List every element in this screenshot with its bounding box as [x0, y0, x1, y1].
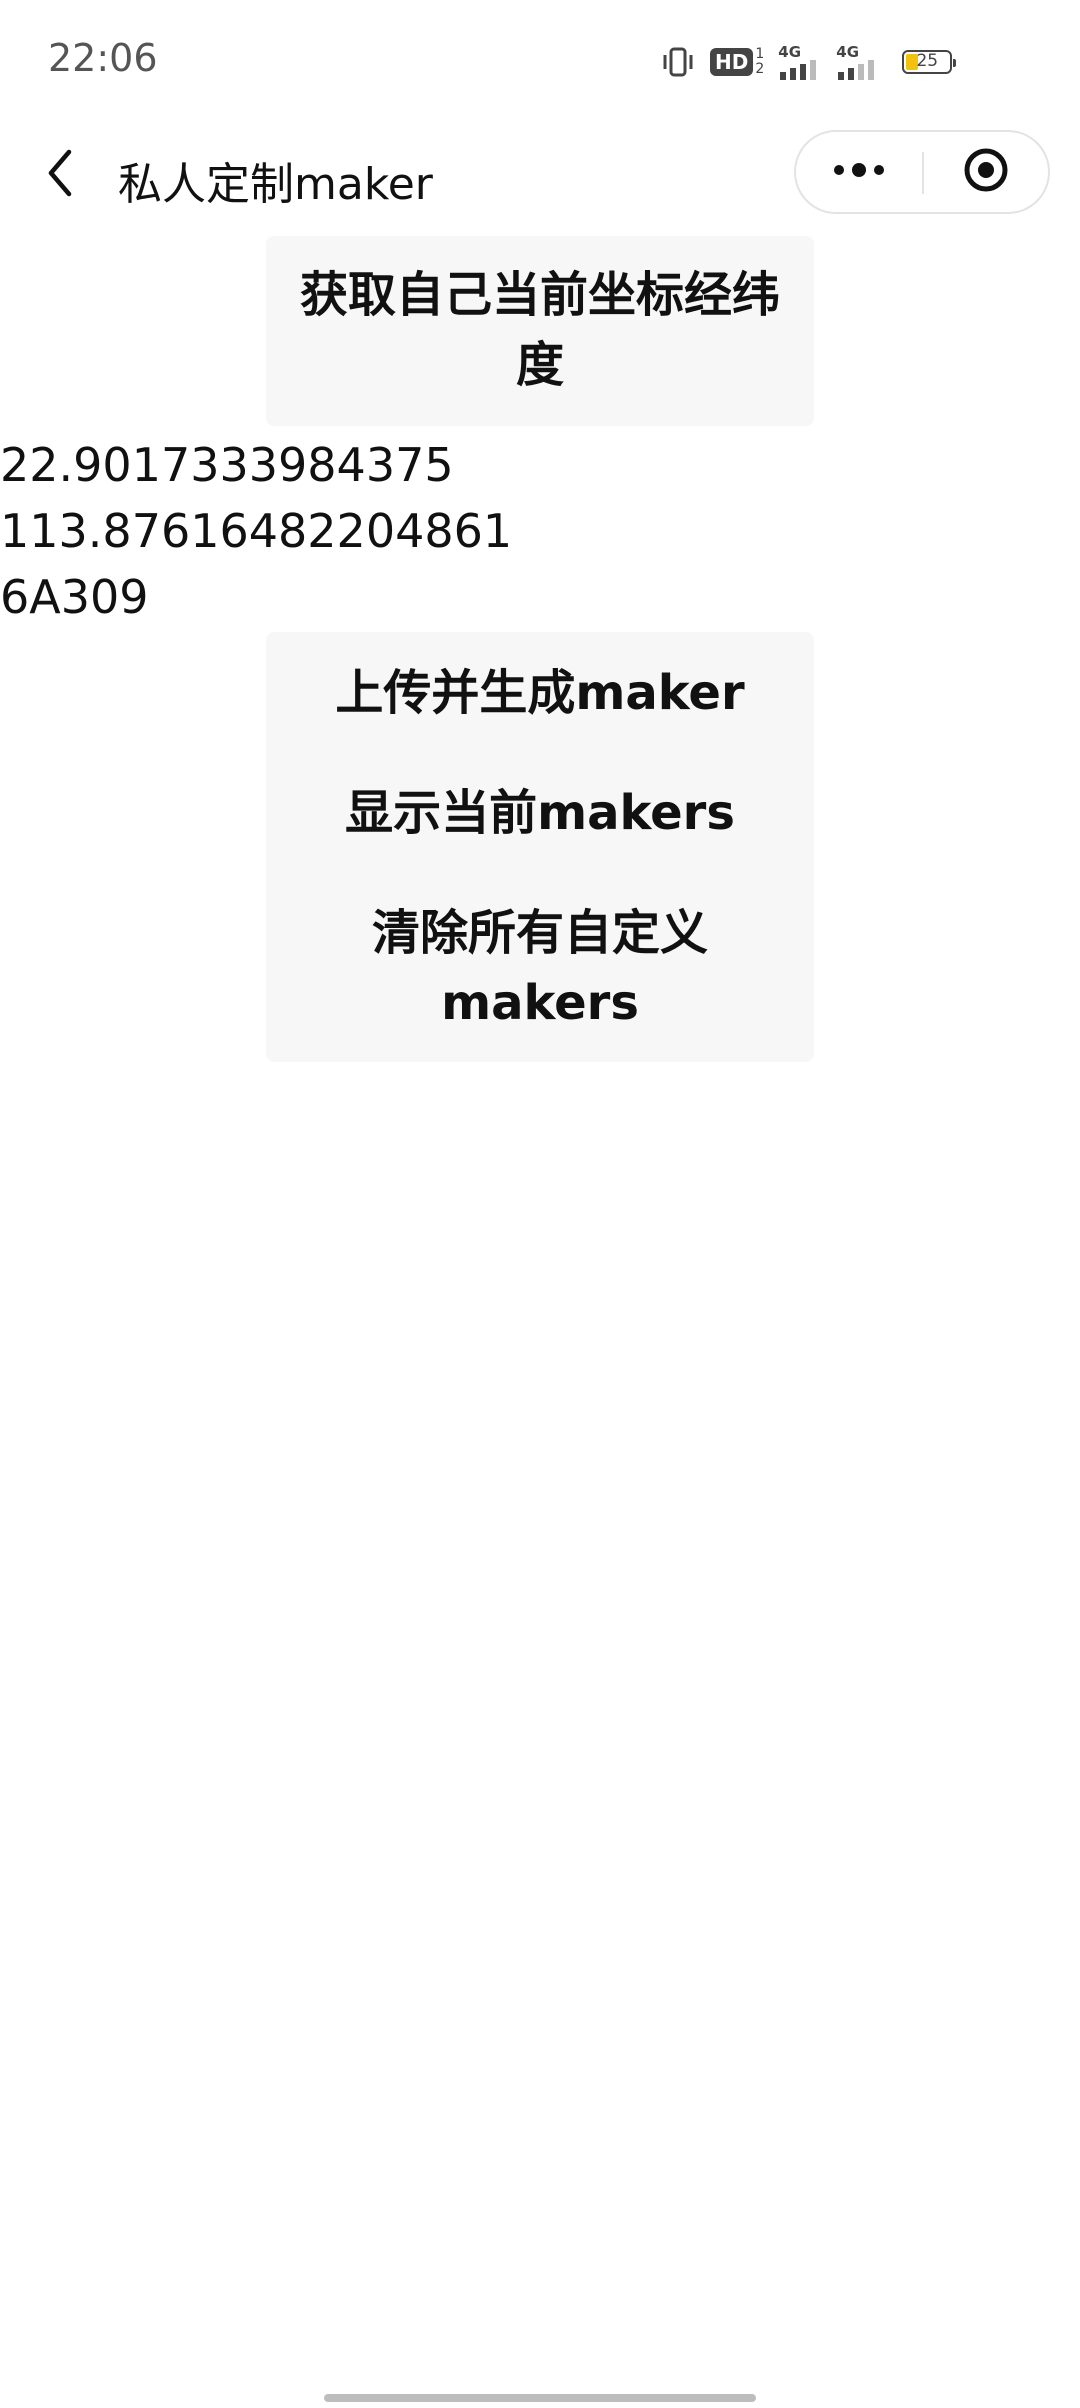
status-bar: 22:06 HD 1 2 4G 4G 25: [0, 0, 1080, 120]
hd-voice-icon: HD 1 2: [710, 47, 764, 77]
status-icons: HD 1 2 4G 4G 25: [660, 42, 957, 82]
more-button[interactable]: [796, 132, 922, 212]
get-location-button[interactable]: 获取自己当前坐标经纬度: [266, 236, 814, 426]
clear-markers-button[interactable]: 清除所有自定义makers: [266, 898, 814, 1038]
navigation-bar: 私人定制maker: [0, 120, 1080, 230]
upload-generate-button[interactable]: 上传并生成maker: [266, 658, 814, 728]
close-mini-program-button[interactable]: [924, 132, 1048, 212]
mini-program-capsule: [794, 130, 1050, 214]
signal-2-label: 4G: [836, 42, 860, 61]
screen: 22:06 HD 1 2 4G 4G 25 私人定制maker 获取自己当前坐标…: [0, 0, 1080, 2408]
longitude-value: 113.87616482204861: [0, 504, 513, 558]
marker-actions-panel: 上传并生成maker 显示当前makers 清除所有自定义makers: [266, 632, 814, 1062]
status-time: 22:06: [48, 36, 158, 80]
signal-1-label: 4G: [778, 42, 802, 61]
latitude-value: 22.9017333984375: [0, 438, 454, 492]
show-markers-button[interactable]: 显示当前makers: [266, 778, 814, 848]
room-label: 6A309: [0, 570, 149, 624]
battery-icon: 25: [902, 50, 957, 74]
hd-sim-top: 1: [755, 46, 765, 62]
chevron-left-icon: [45, 148, 75, 202]
hd-label: HD: [710, 48, 754, 76]
target-circle-icon: [962, 146, 1010, 198]
back-button[interactable]: [30, 142, 90, 208]
page-title: 私人定制maker: [118, 159, 433, 210]
signal-2-icon: 4G: [836, 42, 880, 80]
battery-level: 25: [916, 51, 939, 71]
vibrate-icon: [660, 46, 696, 78]
signal-1-icon: 4G: [778, 42, 822, 80]
more-dots-icon: [831, 162, 887, 182]
hd-sim-bottom: 2: [755, 61, 765, 77]
home-indicator[interactable]: [324, 2394, 756, 2402]
